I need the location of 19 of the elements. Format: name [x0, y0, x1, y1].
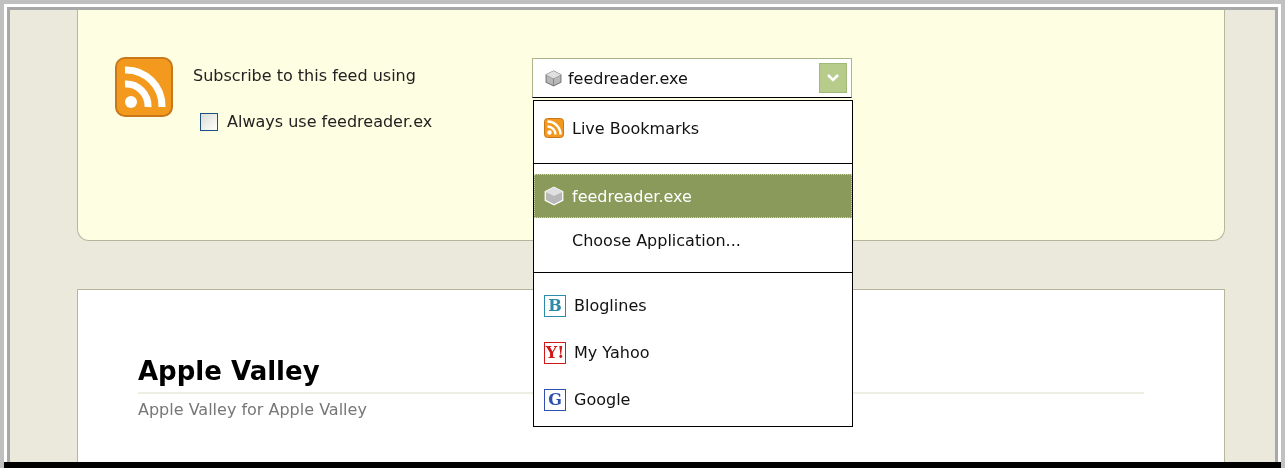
logo-mark: B [544, 294, 566, 317]
cube-icon [544, 69, 562, 87]
reader-dropdown[interactable]: feedreader.exe [531, 58, 852, 98]
menu-item[interactable]: G Google [534, 376, 852, 423]
logo-mark: G [544, 388, 566, 411]
feed-title: Apple Valley [138, 356, 321, 386]
menu-item[interactable]: Live Bookmarks [534, 113, 852, 143]
checkbox-label: Always use feedreader.ex [227, 112, 433, 131]
rss-icon [544, 118, 564, 138]
checkbox[interactable] [200, 112, 218, 131]
menu-item[interactable]: Y! My Yahoo [534, 329, 852, 376]
logo-mark: Y! [544, 341, 566, 364]
menu-item[interactable]: B Bloglines [534, 282, 852, 329]
feed-subtitle: Apple Valley for Apple Valley [138, 400, 367, 419]
rss-icon [115, 57, 173, 117]
chevron-down-icon [826, 74, 839, 82]
menu-item[interactable]: Choose Application... [534, 218, 852, 262]
cube-icon [544, 186, 564, 206]
subscribe-label: Subscribe to this feed using [193, 66, 416, 85]
